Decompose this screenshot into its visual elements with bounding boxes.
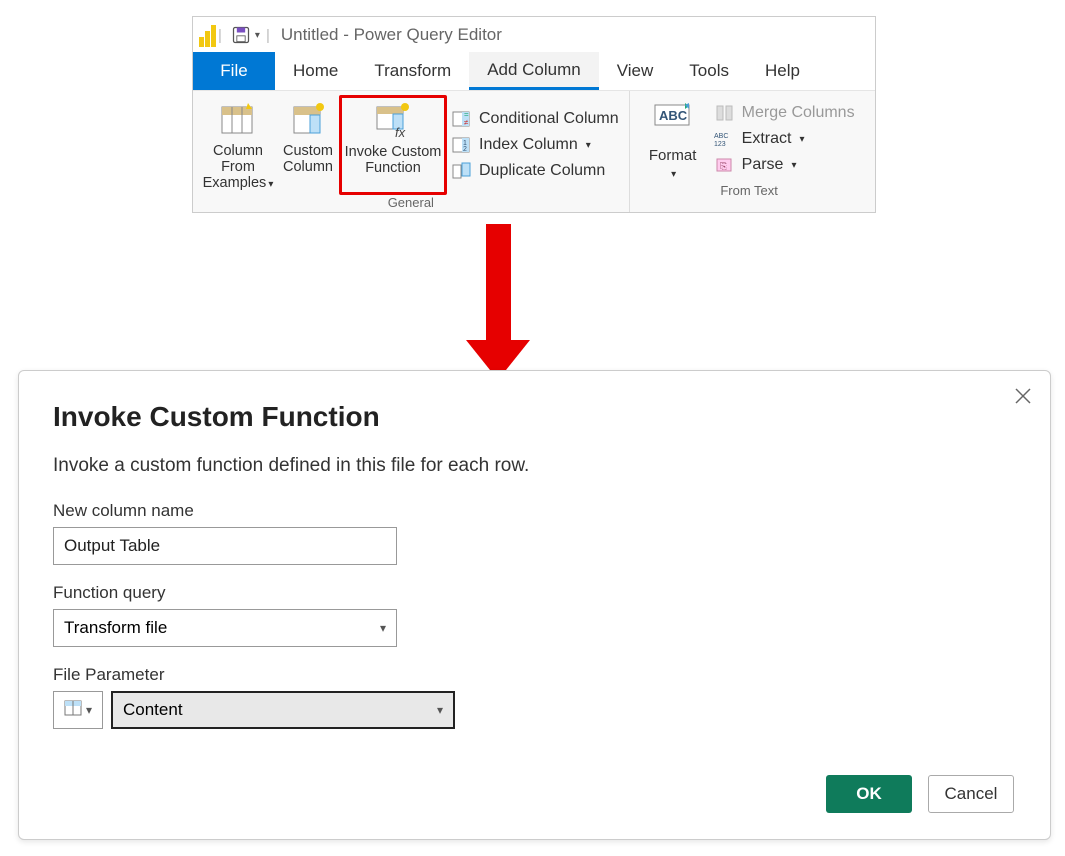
tab-help[interactable]: Help bbox=[747, 52, 818, 90]
format-abc-icon: ABC bbox=[651, 126, 695, 143]
extract-icon: ABC123 bbox=[714, 129, 736, 149]
ribbon-body: Column From Examples▾ Custom Column fx I… bbox=[193, 91, 875, 212]
close-icon[interactable] bbox=[1014, 387, 1032, 411]
quick-access-dropdown-icon[interactable]: ▾ bbox=[255, 30, 260, 41]
extract-label: Extract bbox=[742, 130, 792, 148]
chevron-down-icon: ▾ bbox=[799, 134, 804, 145]
index-column-button[interactable]: 12 Index Column ▾ bbox=[451, 135, 619, 155]
column-from-examples-button[interactable]: Column From Examples▾ bbox=[199, 97, 277, 193]
power-query-window: | ▾ | Untitled - Power Query Editor File… bbox=[192, 16, 876, 213]
function-query-label: Function query bbox=[53, 583, 1016, 603]
tab-file[interactable]: File bbox=[193, 52, 275, 90]
ok-button[interactable]: OK bbox=[826, 775, 912, 813]
conditional-column-icon: =≠ bbox=[451, 109, 473, 129]
column-from-examples-label: Column From Examples bbox=[203, 143, 267, 191]
format-button[interactable]: ABC Format▾ bbox=[644, 101, 702, 181]
function-query-select[interactable]: Transform file ▾ bbox=[53, 609, 397, 647]
parse-label: Parse bbox=[742, 156, 784, 174]
file-parameter-label: File Parameter bbox=[53, 665, 1016, 685]
duplicate-column-button[interactable]: Duplicate Column bbox=[451, 161, 619, 181]
conditional-column-button[interactable]: =≠ Conditional Column bbox=[451, 109, 619, 129]
duplicate-column-label: Duplicate Column bbox=[479, 162, 605, 180]
table-fx-icon: fx bbox=[373, 101, 413, 143]
index-column-icon: 12 bbox=[451, 135, 473, 155]
cancel-button[interactable]: Cancel bbox=[928, 775, 1014, 813]
custom-column-button[interactable]: Custom Column bbox=[277, 97, 339, 193]
svg-text:fx: fx bbox=[395, 125, 406, 139]
svg-text:⎘: ⎘ bbox=[720, 161, 727, 171]
merge-columns-button: Merge Columns bbox=[714, 103, 855, 123]
powerbi-logo-icon bbox=[199, 23, 217, 47]
ribbon-tabs: File Home Transform Add Column View Tool… bbox=[193, 53, 875, 91]
tab-tools[interactable]: Tools bbox=[671, 52, 747, 90]
invoke-custom-function-button[interactable]: fx Invoke Custom Function bbox=[339, 95, 447, 195]
tab-transform[interactable]: Transform bbox=[356, 52, 469, 90]
file-parameter-value: Content bbox=[123, 700, 183, 720]
tab-home[interactable]: Home bbox=[275, 52, 356, 90]
merge-columns-label: Merge Columns bbox=[742, 104, 855, 122]
title-bar: | ▾ | Untitled - Power Query Editor bbox=[193, 17, 875, 53]
group-label-from-text: From Text bbox=[720, 183, 778, 198]
index-column-label: Index Column bbox=[479, 136, 578, 154]
svg-text:123: 123 bbox=[714, 141, 726, 148]
svg-text:2: 2 bbox=[463, 146, 467, 153]
svg-text:ABC: ABC bbox=[659, 108, 688, 123]
parameter-type-button[interactable]: ▾ bbox=[53, 691, 103, 729]
custom-column-label: Custom Column bbox=[277, 143, 339, 175]
window-title: Untitled - Power Query Editor bbox=[281, 25, 502, 45]
chevron-down-icon: ▾ bbox=[437, 703, 443, 717]
svg-text:ABC: ABC bbox=[714, 133, 728, 140]
chevron-down-icon: ▾ bbox=[380, 621, 386, 635]
extract-button[interactable]: ABC123 Extract ▾ bbox=[714, 129, 855, 149]
group-label-general: General bbox=[388, 195, 434, 210]
svg-text:≠: ≠ bbox=[464, 118, 469, 127]
invoke-custom-function-label: Invoke Custom Function bbox=[342, 144, 444, 176]
annotation-arrow bbox=[486, 224, 511, 344]
chevron-down-icon: ▾ bbox=[791, 160, 796, 171]
merge-columns-icon bbox=[714, 103, 736, 123]
dialog-title: Invoke Custom Function bbox=[53, 401, 1016, 433]
table-icon bbox=[64, 700, 82, 721]
chevron-down-icon: ▾ bbox=[586, 140, 591, 151]
new-column-name-label: New column name bbox=[53, 501, 1016, 521]
table-sparkle-icon bbox=[290, 101, 326, 141]
conditional-column-label: Conditional Column bbox=[479, 110, 619, 128]
new-column-name-input[interactable] bbox=[53, 527, 397, 565]
tab-add-column[interactable]: Add Column bbox=[469, 52, 599, 90]
parse-icon: ⎘ bbox=[714, 155, 736, 175]
format-label: Format bbox=[649, 147, 697, 164]
chevron-down-icon: ▾ bbox=[86, 703, 92, 717]
table-star-icon bbox=[218, 101, 258, 141]
file-parameter-select[interactable]: Content ▾ bbox=[111, 691, 455, 729]
parse-button[interactable]: ⎘ Parse ▾ bbox=[714, 155, 855, 175]
save-icon[interactable] bbox=[231, 25, 251, 45]
invoke-custom-function-dialog: Invoke Custom Function Invoke a custom f… bbox=[18, 370, 1051, 840]
function-query-value: Transform file bbox=[64, 618, 167, 638]
tab-view[interactable]: View bbox=[599, 52, 672, 90]
duplicate-column-icon bbox=[451, 161, 473, 181]
dialog-description: Invoke a custom function defined in this… bbox=[53, 455, 1016, 477]
